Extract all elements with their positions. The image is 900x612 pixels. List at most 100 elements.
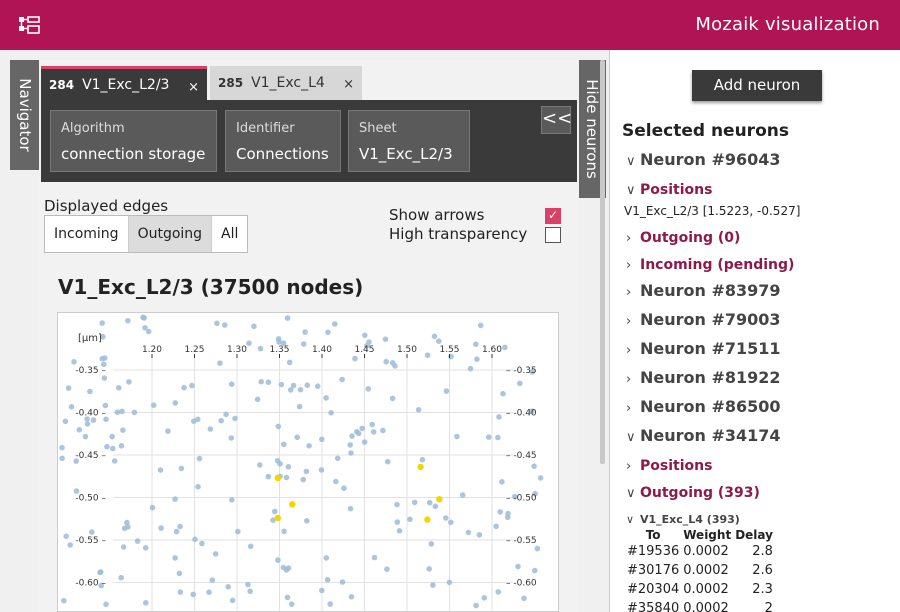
network-tree-icon[interactable] — [18, 16, 40, 34]
table-row[interactable]: #19536 0.0002 2.8 — [625, 542, 775, 561]
node-point — [283, 474, 290, 481]
scatter-plot[interactable]: 1.20 1.25 1.30 1.35 1.40 1.45 1.50 1.55 1.60 [μm]… — [58, 313, 558, 611]
node-point — [515, 563, 521, 570]
node-point — [287, 387, 294, 393]
node-point — [495, 589, 502, 595]
neuron-row[interactable]: › Neuron #81922 — [626, 368, 781, 387]
edge-all-button[interactable]: All — [212, 216, 247, 252]
node-point — [217, 360, 223, 366]
table-row[interactable]: #20304 0.0002 2.3 — [625, 580, 775, 599]
cell-weight: 0.0002 — [683, 582, 729, 597]
neuron-label: Neuron #83979 — [640, 281, 781, 300]
add-neuron-button[interactable]: Add neuron — [692, 70, 822, 101]
node-point — [411, 499, 418, 506]
node-point — [126, 379, 132, 385]
node-point — [286, 359, 293, 366]
positions-row[interactable]: › Positions — [626, 455, 712, 474]
node-point — [110, 445, 116, 452]
node-point — [177, 523, 183, 530]
chevron-right-icon: › — [626, 372, 632, 387]
node-point — [495, 434, 501, 441]
node-point — [141, 315, 147, 321]
node-point — [225, 584, 231, 590]
displayed-edges-label: Displayed edges — [44, 197, 169, 215]
node-point — [275, 423, 282, 430]
y-tick-label-left: -0.50 – — [75, 494, 106, 504]
node-point — [67, 542, 73, 548]
show-arrows-checkbox[interactable]: ✓ — [545, 208, 561, 224]
neuron-34174-row[interactable]: ∨ Neuron #34174 — [626, 426, 781, 445]
neuron-label: Neuron #96043 — [640, 150, 781, 169]
subgroup-row[interactable]: ∨ V1_Exc_L4 (393) — [626, 508, 740, 527]
network-plot[interactable]: 1.20 1.25 1.30 1.35 1.40 1.45 1.50 1.55 1.60 [μm]… — [57, 312, 559, 612]
cell-weight: 0.0002 — [683, 601, 729, 612]
outgoing-0-row[interactable]: › Outgoing (0) — [626, 227, 740, 246]
node-point — [172, 400, 179, 406]
navigator-tab[interactable]: Navigator — [10, 60, 39, 170]
y-tick-label-left: -0.40 – — [75, 409, 106, 419]
node-point — [384, 458, 391, 465]
node-point — [124, 519, 130, 526]
node-point — [380, 427, 386, 434]
node-point — [265, 473, 272, 480]
table-row[interactable]: #35840 0.0002 2 — [625, 599, 775, 612]
tab-v1-exc-l4[interactable]: 285 V1_Exc_L4 × — [210, 66, 362, 100]
node-point — [199, 540, 205, 547]
node-point — [246, 340, 252, 346]
node-point — [285, 464, 292, 470]
close-icon[interactable]: × — [188, 80, 199, 95]
cell-delay: 2.3 — [752, 582, 773, 597]
positions-row[interactable]: ∨ Positions — [626, 179, 712, 198]
neuron-row[interactable]: › Neuron #83979 — [626, 281, 781, 300]
node-point — [504, 514, 511, 521]
node-point — [300, 341, 307, 347]
x-tick-label: 1.55 — [439, 345, 459, 355]
connections-table: To Weight Delay #19536 0.0002 2.8 #30176… — [625, 528, 775, 612]
node-point — [339, 579, 346, 585]
collapse-button[interactable]: << — [541, 106, 572, 134]
node-point — [319, 436, 325, 443]
incoming-pending-row[interactable]: › Incoming (pending) — [626, 254, 794, 273]
algorithm-label: Algorithm — [61, 121, 125, 136]
target-point — [417, 463, 424, 471]
x-tick-label: 1.25 — [184, 345, 204, 355]
node-point — [254, 396, 261, 403]
edge-incoming-button[interactable]: Incoming — [45, 216, 129, 252]
neuron-96043-row[interactable]: ∨ Neuron #96043 — [626, 150, 781, 169]
node-point — [361, 439, 368, 445]
chevron-down-icon: ∨ — [626, 183, 636, 198]
neuron-label: Neuron #71511 — [640, 339, 781, 358]
selected-neurons-title: Selected neurons — [622, 121, 789, 141]
node-point — [62, 418, 69, 425]
target-point — [436, 496, 443, 503]
node-point — [424, 352, 431, 358]
node-point — [214, 320, 220, 327]
node-point — [99, 320, 105, 326]
node-point — [209, 577, 216, 583]
node-point — [318, 467, 325, 473]
node-point — [223, 411, 229, 418]
left-panel-scrollbar[interactable] — [600, 60, 605, 464]
edge-outgoing-button[interactable]: Outgoing — [128, 216, 213, 252]
node-point — [426, 566, 433, 572]
node-point — [349, 433, 355, 439]
neuron-row[interactable]: › Neuron #79003 — [626, 310, 781, 329]
table-row[interactable]: #30176 0.0002 2.6 — [625, 561, 775, 580]
node-point — [82, 433, 89, 440]
outgoing-393-row[interactable]: ∨ Outgoing (393) — [626, 482, 760, 501]
close-icon[interactable]: × — [343, 77, 354, 92]
node-point — [118, 574, 124, 581]
node-point — [288, 601, 295, 607]
node-point — [339, 376, 345, 383]
node-point — [327, 601, 334, 607]
neuron-row[interactable]: › Neuron #86500 — [626, 397, 781, 416]
node-point — [354, 428, 360, 435]
neuron-row[interactable]: › Neuron #71511 — [626, 339, 781, 358]
node-point — [196, 455, 203, 462]
node-point — [118, 443, 125, 449]
node-point — [303, 468, 310, 475]
tab-v1-exc-l23[interactable]: 284 V1_Exc_L2/3 × — [41, 66, 207, 100]
node-point — [496, 414, 502, 420]
high-transparency-checkbox[interactable] — [545, 227, 561, 243]
positions-label: Positions — [640, 182, 713, 198]
